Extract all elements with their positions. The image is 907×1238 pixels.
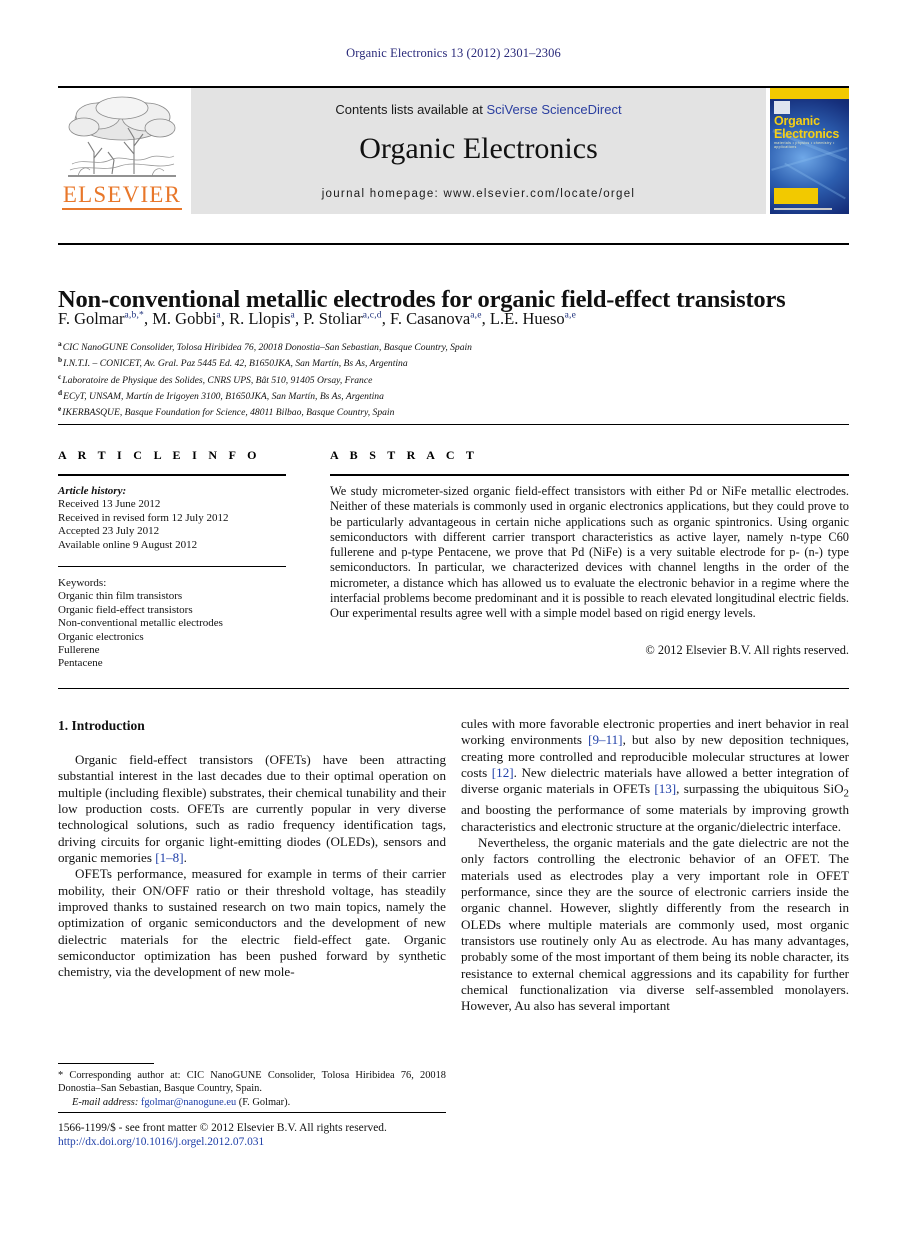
keywords-rule <box>58 566 286 567</box>
elsevier-wordmark: ELSEVIER <box>62 182 182 207</box>
article-history-items: Received 13 June 2012 Received in revised… <box>58 498 290 552</box>
footnote-email-label: E-mail address: <box>72 1097 139 1109</box>
citation-link[interactable]: [9–11] <box>588 732 622 747</box>
article-history-item: Received 13 June 2012 <box>58 498 161 511</box>
author-affiliation-mark: a,c,d <box>362 310 382 321</box>
keyword-item: Organic thin film transistors <box>58 590 183 603</box>
journal-band: Contents lists available at SciVerse Sci… <box>191 88 766 214</box>
affiliation-mark: c <box>58 371 62 381</box>
tree-svg <box>68 96 176 177</box>
cover-elsevier-logo <box>774 101 790 114</box>
cover-bottom-line <box>774 208 832 210</box>
author-list: F. Golmara,b,*, M. Gobbia, R. Llopisa, P… <box>58 309 577 328</box>
journal-masthead: ELSEVIER Contents lists available at Sci… <box>58 86 849 214</box>
issn-copyright-line: 1566-1199/$ - see front matter © 2012 El… <box>58 1122 387 1134</box>
cover-title-line1: Organic <box>774 114 820 128</box>
article-history-block: Article history: Received 13 June 2012 Re… <box>58 485 290 552</box>
article-info-heading: A R T I C L E I N F O <box>58 448 261 462</box>
keyword-item: Non-conventional metallic electrodes <box>58 617 223 630</box>
body-paragraph: OFETs performance, measured for example … <box>58 866 446 980</box>
chemical-formula: SiO2 <box>823 781 849 800</box>
paper-page: Organic Electronics 13 (2012) 2301–2306 <box>0 0 907 1238</box>
info-heading-rule <box>58 474 286 476</box>
author-name: P. Stoliar <box>303 309 363 328</box>
author-affiliation-mark: a,b,* <box>124 310 144 321</box>
abstract-copyright: © 2012 Elsevier B.V. All rights reserved… <box>645 643 849 657</box>
citation-link[interactable]: [12] <box>492 765 514 780</box>
footnote-email-link[interactable]: fgolmar@nanogune.eu <box>141 1097 236 1108</box>
body-paragraph: Organic field-effect transistors (OFETs)… <box>58 752 446 866</box>
keyword-item: Pentacene <box>58 657 103 670</box>
info-top-rule <box>58 424 849 425</box>
elsevier-underline <box>62 208 182 210</box>
affiliation-item: dECyT, UNSAM, Martín de Irigoyen 3100, B… <box>58 387 384 403</box>
citation-link[interactable]: [1–8] <box>155 850 183 865</box>
keywords-label: Keywords: <box>58 577 107 589</box>
body-column-right: cules with more favorable electronic pro… <box>461 716 849 1015</box>
keyword-item: Organic electronics <box>58 630 144 643</box>
running-head: Organic Electronics 13 (2012) 2301–2306 <box>346 46 561 60</box>
body-paragraph: cules with more favorable electronic pro… <box>461 716 849 834</box>
article-history-item: Received in revised form 12 July 2012 <box>58 511 229 524</box>
doi-link[interactable]: http://dx.doi.org/10.1016/j.orgel.2012.0… <box>58 1135 518 1149</box>
contents-available-line: Contents lists available at SciVerse Sci… <box>191 102 766 117</box>
cover-title: Organic Electronics <box>774 115 846 140</box>
footnote-email-owner: (F. Golmar). <box>238 1097 291 1109</box>
cover-bottom-bar <box>774 188 818 204</box>
abstract-heading: A B S T R A C T <box>330 448 479 462</box>
journal-cover-thumbnail: Organic Electronics materials • physics … <box>770 88 849 214</box>
masthead-bottom-rule <box>58 243 849 245</box>
author-affiliation-mark: a,e <box>470 310 482 321</box>
abstract-heading-rule <box>330 474 849 476</box>
keyword-item: Organic field-effect transistors <box>58 603 193 616</box>
affiliation-item: bI.N.T.I. – CONICET, Av. Gral. Paz 5445 … <box>58 355 408 370</box>
footnote-block: * Corresponding author at: CIC NanoGUNE … <box>58 1070 446 1110</box>
affiliation-mark: b <box>58 355 63 365</box>
affiliation-item: eIKERBASQUE, Basque Foundation for Scien… <box>58 404 395 419</box>
sciencedirect-link[interactable]: SciVerse ScienceDirect <box>486 102 621 117</box>
publication-footer-rule <box>58 1112 446 1113</box>
abstract-bottom-rule <box>58 688 849 689</box>
elsevier-tree-icon <box>64 94 180 182</box>
body-column-left: Organic field-effect transistors (OFETs)… <box>58 752 446 981</box>
affiliation-mark: a <box>58 339 62 348</box>
footnote-marker: * <box>58 1070 64 1081</box>
keywords-items: Organic thin film transistors Organic fie… <box>58 590 290 670</box>
author-name: L.E. Hueso <box>489 309 565 328</box>
author-name: F. Casanova <box>389 309 471 328</box>
affiliation-mark: e <box>58 404 62 414</box>
journal-homepage-link[interactable]: journal homepage: www.elsevier.com/locat… <box>191 188 766 200</box>
author-affiliation-mark: a <box>216 310 221 321</box>
keyword-item: Fullerene <box>58 644 100 657</box>
abstract-text: We study micrometer-sized organic field-… <box>330 484 849 621</box>
footnote-rule <box>58 1063 154 1064</box>
article-history-item: Accepted 23 July 2012 <box>58 525 160 538</box>
footnote-corresponding-author: Corresponding author at: CIC NanoGUNE Co… <box>58 1070 446 1094</box>
author-name: F. Golmar <box>58 309 125 328</box>
author-name: M. Gobbi <box>152 309 217 328</box>
author-affiliation-mark: a <box>290 310 295 321</box>
elsevier-logo: ELSEVIER <box>58 92 186 214</box>
article-history-item: Available online 9 August 2012 <box>58 538 198 551</box>
author-name: R. Llopis <box>229 309 291 328</box>
publication-footer: 1566-1199/$ - see front matter © 2012 El… <box>58 1121 518 1149</box>
article-history-label: Article history: <box>58 485 127 497</box>
keywords-block: Keywords: Organic thin film transistors O… <box>58 577 290 671</box>
cover-subtitle: materials • physics • chemistry • applic… <box>774 141 835 149</box>
body-paragraph: Nevertheless, the organic materials and … <box>461 835 849 1014</box>
journal-title: Organic Electronics <box>359 132 598 165</box>
affiliation-item: aCIC NanoGUNE Consolider, Tolosa Hiribid… <box>58 339 472 354</box>
affiliation-list: aCIC NanoGUNE Consolider, Tolosa Hiribid… <box>58 338 858 419</box>
section-title-introduction: 1. Introduction <box>58 718 145 733</box>
affiliation-item: cLaboratoire de Physique des Solides, CN… <box>58 371 373 386</box>
cover-top-bar <box>770 88 849 99</box>
contents-prefix: Contents lists available at <box>335 102 487 117</box>
author-affiliation-mark: a,e <box>564 310 577 321</box>
cover-title-line2: Electronics <box>774 126 840 141</box>
affiliation-mark: d <box>58 387 63 397</box>
citation-link[interactable]: [13] <box>654 781 676 796</box>
footnote-email-line: E-mail address: fgolmar@nanogune.eu (F. … <box>58 1097 446 1110</box>
